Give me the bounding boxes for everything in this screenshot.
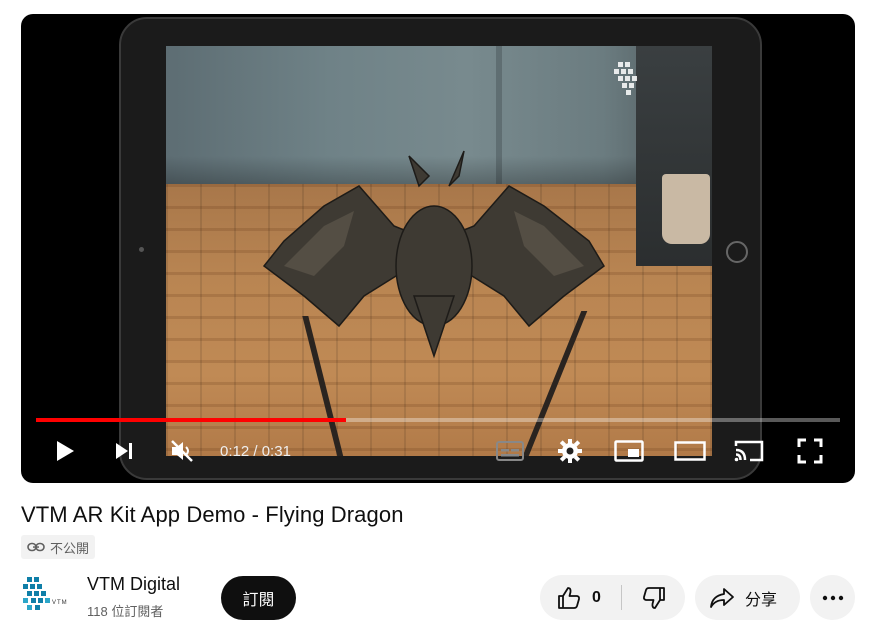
miniplayer-icon — [614, 440, 644, 462]
like-divider — [621, 585, 622, 610]
fullscreen-icon — [797, 438, 823, 464]
fullscreen-button[interactable] — [793, 434, 827, 468]
settings-button[interactable] — [553, 434, 587, 468]
cast-button[interactable] — [732, 434, 766, 468]
theater-mode-icon — [674, 441, 706, 461]
miniplayer-button[interactable] — [612, 434, 646, 468]
mute-button[interactable] — [165, 434, 199, 468]
next-icon — [116, 443, 132, 459]
tablet-camera — [139, 247, 144, 252]
like-dislike-group: 0 — [540, 575, 685, 620]
settings-gear-icon — [558, 439, 582, 463]
cast-icon — [734, 440, 764, 462]
dragon-model — [262, 150, 605, 359]
channel-avatar[interactable]: VTM — [21, 575, 71, 617]
more-actions-button[interactable] — [810, 575, 855, 620]
share-arrow-icon — [710, 587, 734, 608]
subscriber-count: 118 位訂閱者 — [87, 604, 164, 619]
video-player[interactable]: 0:12 / 0:31 — [21, 14, 855, 483]
video-scene — [166, 46, 712, 456]
share-button[interactable]: 分享 — [695, 575, 800, 620]
theater-mode-button[interactable] — [673, 434, 707, 468]
thumbs-up-icon — [558, 586, 580, 609]
more-dots-icon — [822, 595, 843, 600]
like-button[interactable]: 0 — [540, 575, 618, 620]
dislike-button[interactable] — [624, 575, 684, 620]
vtm-watermark-logo — [614, 62, 637, 95]
share-label: 分享 — [745, 591, 778, 609]
video-title: VTM AR Kit App Demo - Flying Dragon — [21, 502, 404, 527]
link-icon — [27, 542, 45, 552]
subtitles-button[interactable] — [493, 434, 527, 468]
svg-text:VTM: VTM — [52, 600, 68, 606]
next-button[interactable] — [107, 434, 141, 468]
time-separator: / — [249, 443, 262, 460]
play-button[interactable] — [48, 434, 82, 468]
player-controls: 0:12 / 0:31 — [21, 430, 855, 474]
visibility-label: 不公開 — [50, 540, 90, 556]
scene-bin — [662, 174, 710, 244]
subtitles-icon — [496, 441, 524, 461]
progress-bar[interactable] — [36, 418, 840, 422]
muted-volume-icon — [171, 440, 193, 462]
video-frame-tablet — [119, 17, 762, 480]
thumbs-down-icon — [643, 586, 665, 609]
subscribe-button[interactable]: 訂閱 — [221, 576, 296, 620]
channel-name[interactable]: VTM Digital — [87, 574, 180, 595]
like-count: 0 — [592, 588, 601, 606]
visibility-badge: 不公開 — [21, 535, 96, 559]
time-display: 0:12 / 0:31 — [220, 443, 291, 460]
play-icon — [57, 441, 74, 461]
progress-bar-played — [36, 418, 346, 422]
time-current: 0:12 — [220, 443, 250, 460]
tablet-home-button — [726, 241, 748, 263]
time-total: 0:31 — [261, 443, 291, 460]
